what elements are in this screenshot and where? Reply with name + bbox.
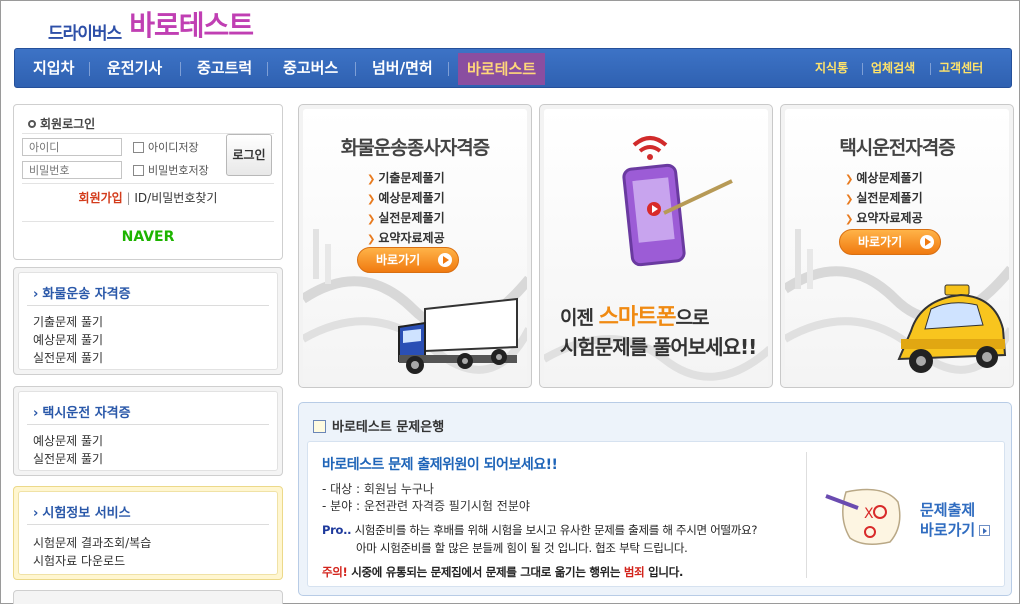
list-item: 예상문제풀기: [845, 169, 922, 189]
list-item: 실전문제풀기: [367, 209, 444, 229]
nav-separator: [180, 62, 181, 76]
nav-util-customer-center[interactable]: 고객센터: [939, 49, 983, 87]
nav-separator: [267, 62, 268, 76]
sidebar-box-partial: [13, 590, 283, 604]
exam-info-title[interactable]: › 시험정보 서비스: [33, 502, 131, 521]
join-link[interactable]: 회원가입: [79, 191, 123, 205]
login-links: 회원가입 | ID/비밀번호찾기: [14, 189, 282, 206]
apply-line2: 바로가기: [920, 521, 976, 539]
login-title: 회원로그인: [28, 115, 95, 132]
divider: [27, 524, 269, 525]
taxi-license-banner[interactable]: 택시운전자격증 예상문제풀기 실전문제풀기 요약자료제공 바로가기: [780, 104, 1014, 388]
taxi-license-box: › 택시운전 자격증 예상문제 풀기 실전문제 풀기: [13, 386, 283, 476]
apply-line1: 문제출제: [920, 501, 976, 519]
exam-download-link[interactable]: 시험자료 다운로드: [33, 552, 125, 569]
nav-util-company-search[interactable]: 업체검색: [871, 49, 915, 87]
cargo-banner-list: 기출문제풀기 예상문제풀기 실전문제풀기 요약자료제공: [367, 169, 444, 249]
arrow-right-icon: [979, 525, 991, 536]
cargo-banner-title: 화물운송종사자격증: [340, 137, 490, 159]
nav-item-used-bus[interactable]: 중고버스: [283, 49, 338, 87]
nav-util-knowledge[interactable]: 지식통: [815, 49, 848, 87]
taxi-practice-exam-link[interactable]: 실전문제 풀기: [33, 450, 103, 467]
login-button[interactable]: 로그인: [226, 134, 272, 176]
list-item: 기출문제풀기: [367, 169, 444, 189]
cargo-license-title[interactable]: › 화물운송 자격증: [33, 283, 131, 302]
save-id-checkbox[interactable]: 아이디저장: [133, 139, 199, 155]
logo-big-text: 바로테스트: [129, 9, 254, 42]
nav-item-driver[interactable]: 운전기사: [107, 49, 162, 87]
cargo-past-exam-link[interactable]: 기출문제 풀기: [33, 313, 103, 330]
list-item: 요약자료제공: [367, 229, 444, 249]
site-logo[interactable]: 드라이버스 바로테스트: [48, 8, 254, 44]
exam-paper-icon: X: [825, 488, 901, 545]
nav-util-separator: [862, 63, 863, 75]
taxi-banner-title: 택시운전자격증: [839, 137, 955, 159]
checkbox-icon: [133, 164, 144, 176]
cargo-expected-exam-link[interactable]: 예상문제 풀기: [33, 331, 103, 348]
divider: [806, 452, 807, 578]
divider: [27, 424, 269, 425]
exam-result-link[interactable]: 시험문제 결과조회/복습: [33, 534, 151, 551]
nav-item-number-license[interactable]: 넘버/면허: [372, 49, 433, 87]
cargo-go-button[interactable]: 바로가기: [357, 247, 459, 273]
taxi-expected-exam-link[interactable]: 예상문제 풀기: [33, 432, 103, 449]
play-icon: [438, 253, 452, 267]
question-bank-pro-text: Pro.. 시험준비를 하는 후배를 위해 시험을 보시고 유사한 문제를 출제…: [322, 523, 758, 537]
divider: [22, 221, 274, 222]
question-bank-headline: 바로테스트 문제 출제위원이 되어보세요!!: [322, 457, 558, 473]
nav-item-used-truck[interactable]: 중고트럭: [197, 49, 252, 87]
nav-separator: [355, 62, 356, 76]
nav-util-separator: [930, 63, 931, 75]
question-bank-title: 바로테스트 문제은행: [313, 416, 444, 435]
smartphone-banner-text2: 시험문제를 풀어보세요!!: [560, 335, 757, 359]
taxi-license-title[interactable]: › 택시운전 자격증: [33, 402, 131, 421]
login-bullet-icon: [28, 120, 36, 128]
save-password-checkbox[interactable]: 비밀번호저장: [133, 162, 209, 178]
memo-icon: [313, 420, 326, 433]
question-bank-target: - 대상 : 회원님 누구나: [322, 482, 434, 496]
exam-info-box: › 시험정보 서비스 시험문제 결과조회/복습 시험자료 다운로드: [13, 486, 283, 580]
chevron-right-icon: ›: [33, 506, 39, 521]
question-bank-pro-text2: 아마 시험준비를 할 많은 분들께 힘이 될 것 입니다. 협조 부탁 드립니다…: [356, 541, 688, 555]
cargo-practice-exam-link[interactable]: 실전문제 풀기: [33, 349, 103, 366]
naver-login-button[interactable]: NAVER: [14, 229, 282, 245]
play-icon: [920, 235, 934, 249]
smartphone-banner[interactable]: 이젠 스마트폰으로 시험문제를 풀어보세요!!: [539, 104, 773, 388]
chevron-right-icon: ›: [33, 287, 39, 302]
link-separator: |: [122, 191, 135, 205]
taxi-banner-list: 예상문제풀기 실전문제풀기 요약자료제공: [845, 169, 922, 229]
main-nav: 지입차 운전기사 중고트럭 중고버스 넘버/면허 바로테스트 지식통 업체검색 …: [14, 48, 1012, 88]
chevron-right-icon: ›: [33, 406, 39, 421]
login-box: 회원로그인 아이디저장 비밀번호저장 로그인 회원가입 | ID/비밀번호찾기 …: [13, 104, 283, 260]
truck-illustration: [398, 297, 518, 374]
svg-text:X: X: [864, 506, 874, 522]
question-bank-warning: 주의! 시중에 유통되는 문제집에서 문제를 그대로 옮기는 행위는 범죄 입니…: [322, 565, 684, 579]
taxi-car-illustration: [897, 284, 1007, 373]
id-input[interactable]: [22, 138, 122, 156]
nav-separator: [448, 62, 449, 76]
list-item: 예상문제풀기: [367, 189, 444, 209]
question-bank-field: - 분야 : 운전관련 자격증 필기시험 전분야: [322, 499, 530, 513]
divider: [27, 305, 269, 306]
taxi-go-button[interactable]: 바로가기: [839, 229, 941, 255]
divider: [22, 183, 274, 184]
password-input[interactable]: [22, 161, 122, 179]
question-bank-panel: 바로테스트 문제은행 바로테스트 문제 출제위원이 되어보세요!! - 대상 :…: [298, 402, 1012, 596]
checkbox-icon: [133, 141, 144, 153]
nav-separator: [89, 62, 90, 76]
list-item: 요약자료제공: [845, 209, 922, 229]
smartphone-banner-text1: 이젠 스마트폰으로: [560, 305, 710, 330]
apply-question-link[interactable]: 문제출제 바로가기: [920, 500, 991, 540]
find-id-link[interactable]: ID/비밀번호찾기: [134, 191, 217, 205]
list-item: 실전문제풀기: [845, 189, 922, 209]
nav-item-jiipcha[interactable]: 지입차: [33, 49, 74, 87]
cargo-license-banner[interactable]: 화물운송종사자격증 기출문제풀기 예상문제풀기 실전문제풀기 요약자료제공 바로…: [298, 104, 532, 388]
cargo-license-box: › 화물운송 자격증 기출문제 풀기 예상문제 풀기 실전문제 풀기: [13, 267, 283, 375]
logo-small-text: 드라이버스: [48, 24, 122, 44]
nav-item-barotest[interactable]: 바로테스트: [458, 53, 546, 85]
smartphone-illustration: [622, 136, 733, 267]
